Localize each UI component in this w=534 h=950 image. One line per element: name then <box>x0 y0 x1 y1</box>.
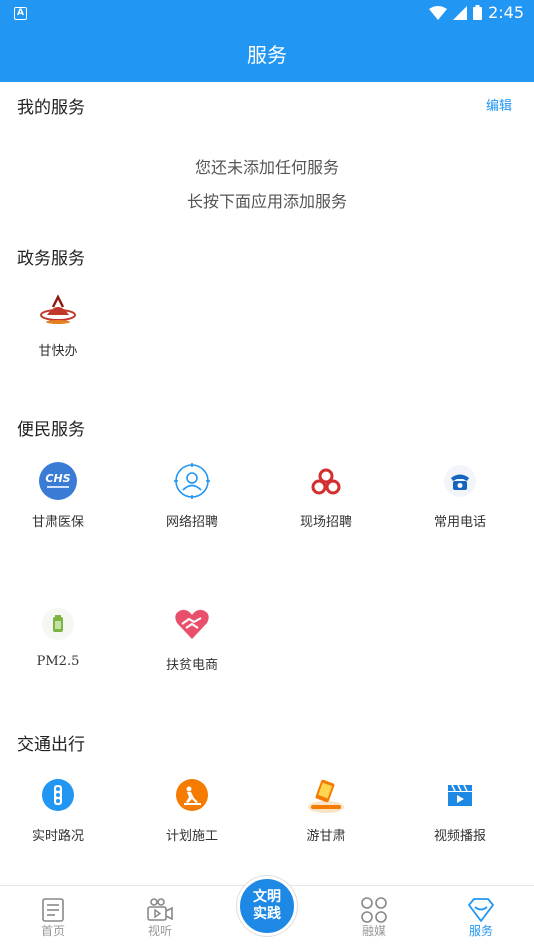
service-label: 实时路况 <box>31 829 84 844</box>
service-pm25[interactable]: PM2.5 <box>0 604 125 669</box>
service-label: 甘快办 <box>38 344 78 359</box>
service-video-broadcast[interactable]: 视频播报 <box>393 775 527 844</box>
svg-text:CHS: CHS <box>45 472 70 485</box>
tab-home[interactable]: 首页 <box>0 886 106 950</box>
gov-services-title: 政务服务 <box>17 249 85 269</box>
my-services-title: 我的服务 <box>17 98 85 118</box>
service-label: 视频播报 <box>433 829 486 844</box>
people-services-title: 便民服务 <box>17 420 85 440</box>
service-planned-construction[interactable]: 计划施工 <box>125 775 259 844</box>
center-button-line2: 实践 <box>253 906 281 922</box>
service-label: 常用电话 <box>433 515 486 530</box>
video-broadcast-icon <box>440 775 480 815</box>
newspaper-icon <box>42 898 64 922</box>
tab-media[interactable]: 融媒 <box>321 886 427 950</box>
video-camera-icon <box>147 898 173 921</box>
service-label: 游甘肃 <box>306 829 346 844</box>
tab-home-label: 首页 <box>40 924 65 938</box>
construction-icon <box>172 775 212 815</box>
empty-message-line1: 您还未添加任何服务 <box>194 158 339 177</box>
online-recruit-icon <box>172 461 212 501</box>
tab-service[interactable]: 服务 <box>428 886 534 950</box>
traffic-title: 交通出行 <box>17 735 85 755</box>
chs-medical-insurance-icon: CHS <box>38 461 78 501</box>
status-time: 2:45 <box>488 3 524 22</box>
traffic-light-icon <box>38 775 78 815</box>
service-online-recruit[interactable]: 网络招聘 <box>125 461 259 530</box>
telephone-icon <box>440 461 480 501</box>
service-label: 计划施工 <box>165 829 218 844</box>
tab-video-label: 视听 <box>147 924 172 938</box>
service-gan-kuai-ban[interactable]: 甘快办 <box>0 290 125 359</box>
service-label: 扶贫电商 <box>165 658 218 673</box>
diamond-service-icon <box>468 898 494 922</box>
tab-video[interactable]: 视听 <box>107 886 213 950</box>
page-title: 服务 <box>0 28 534 82</box>
service-poverty-ecommerce[interactable]: 扶贫电商 <box>125 604 259 673</box>
service-gansu-medical[interactable]: CHS 甘肃医保 <box>0 461 125 530</box>
onsite-recruit-icon <box>306 461 346 501</box>
service-onsite-recruit[interactable]: 现场招聘 <box>259 461 393 530</box>
service-label: 现场招聘 <box>299 515 352 530</box>
signal-icon <box>453 5 468 20</box>
pm25-icon <box>38 604 78 644</box>
wifi-icon <box>429 5 448 20</box>
service-realtime-traffic[interactable]: 实时路况 <box>0 775 125 844</box>
gan-kuai-ban-logo-icon <box>38 290 78 330</box>
status-icons: 2:45 <box>429 3 524 22</box>
civilization-practice-button[interactable]: 文明 实践 <box>237 876 297 936</box>
tab-media-label: 融媒 <box>361 924 386 938</box>
poverty-ecommerce-icon <box>172 604 212 644</box>
empty-message-line2: 长按下面应用添加服务 <box>186 192 347 211</box>
service-travel-gansu[interactable]: 游甘肃 <box>259 775 393 844</box>
tab-service-label: 服务 <box>468 924 493 938</box>
service-label: PM2.5 <box>36 654 80 669</box>
travel-gansu-icon <box>306 775 346 815</box>
grid-media-icon <box>361 897 387 923</box>
notification-icon: A <box>14 7 27 20</box>
status-bar: A 2:45 <box>0 0 534 28</box>
service-label: 网络招聘 <box>165 515 218 530</box>
edit-button[interactable]: 编辑 <box>486 95 512 114</box>
service-common-phone[interactable]: 常用电话 <box>393 461 527 530</box>
service-label: 甘肃医保 <box>31 515 84 530</box>
battery-icon <box>473 5 483 20</box>
center-button-line1: 文明 <box>253 889 281 905</box>
